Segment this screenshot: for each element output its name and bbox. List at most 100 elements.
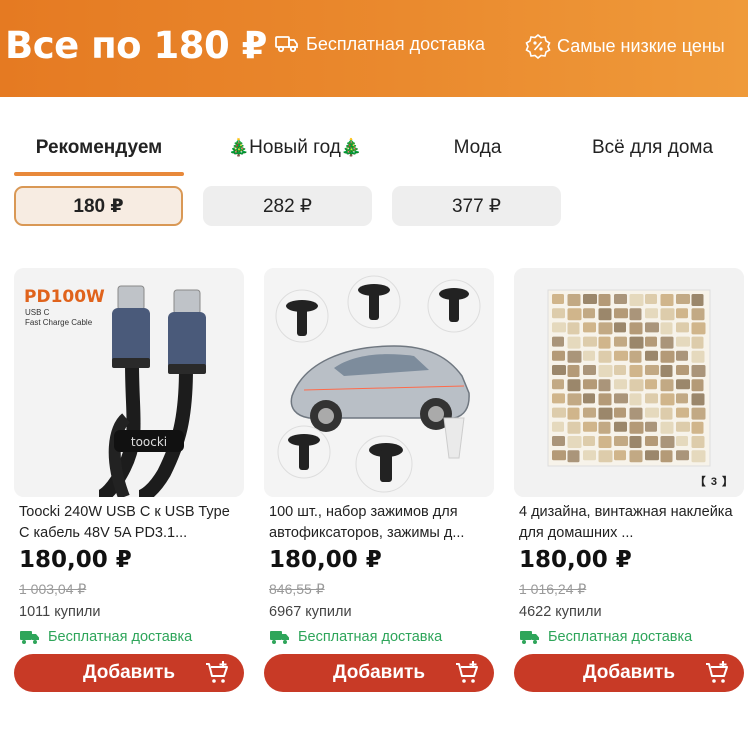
- sticker-thumb: [645, 379, 657, 390]
- lowest-price-feature: Самые низкие цены: [525, 33, 725, 59]
- tab-recommended[interactable]: Рекомендуем: [14, 120, 184, 176]
- sticker-thumb: [583, 294, 597, 304]
- sticker-thumb: [645, 294, 657, 304]
- sticker-thumb: [567, 393, 582, 406]
- sticker-thumb: [645, 421, 657, 432]
- product-old-price: 1 003,04 ₽: [19, 581, 87, 597]
- cart-add-icon: [706, 661, 728, 683]
- sticker-thumb: [583, 350, 595, 361]
- sticker-thumb: [691, 350, 705, 363]
- product-title[interactable]: 100 шт., набор зажимов для автофиксаторо…: [269, 502, 491, 544]
- tab-home[interactable]: Всё для дома: [570, 120, 735, 176]
- sticker-thumb: [676, 407, 689, 418]
- sticker-thumb: [552, 350, 565, 361]
- sticker-thumb: [660, 393, 675, 406]
- sticker-thumb: [691, 308, 705, 321]
- sticker-thumb: [567, 407, 580, 420]
- sticker-thumb: [614, 365, 626, 375]
- sticker-thumb: [645, 436, 658, 446]
- product-image[interactable]: [264, 268, 494, 497]
- sticker-thumb: [552, 365, 566, 375]
- sticker-thumb: [567, 294, 581, 306]
- add-to-cart-button[interactable]: Добавить: [514, 654, 744, 692]
- sticker-thumb: [660, 421, 674, 434]
- sticker-thumb: [598, 350, 612, 363]
- product-shipping: Бесплатная доставка: [269, 629, 442, 645]
- sticker-thumb: [614, 294, 627, 304]
- product-title[interactable]: Toocki 240W USB C к USB Type C кабель 48…: [19, 502, 241, 544]
- free-shipping-feature: Бесплатная доставка: [274, 33, 485, 55]
- usb-cable-image: PD100W USB C Fast Charge Cable toocki: [14, 268, 244, 497]
- tab-new-year[interactable]: 🎄 Новый год 🎄: [200, 120, 390, 176]
- sticker-thumb: [583, 450, 596, 461]
- sticker-thumb: [614, 450, 626, 461]
- sticker-thumb: [676, 350, 688, 361]
- add-to-cart-button[interactable]: Добавить: [264, 654, 494, 692]
- add-to-cart-button[interactable]: Добавить: [14, 654, 244, 692]
- sticker-thumb: [691, 294, 704, 306]
- sticker-thumb: [629, 350, 642, 363]
- sticker-thumb: [676, 450, 689, 461]
- sticker-thumb: [691, 421, 704, 434]
- sticker-thumb: [583, 336, 597, 347]
- sticker-thumb: [691, 365, 706, 377]
- sticker-thumb: [598, 336, 611, 349]
- sticker-thumb: [552, 379, 564, 390]
- sticker-thumb: [676, 421, 690, 432]
- sticker-thumb: [567, 365, 580, 377]
- vintage-stickers-image: [514, 268, 744, 497]
- sticker-thumb: [552, 308, 565, 319]
- sticker-thumb: [645, 407, 659, 418]
- free-shipping-label: Бесплатная доставка: [306, 33, 486, 54]
- sticker-thumb: [660, 336, 674, 349]
- banner-title: Все по 180 ₽: [5, 24, 267, 67]
- sticker-thumb: [660, 450, 673, 463]
- price-chip-282[interactable]: 282 ₽: [203, 186, 372, 226]
- product-image[interactable]: PD100W USB C Fast Charge Cable toocki: [14, 268, 244, 497]
- sticker-thumb: [598, 294, 611, 306]
- price-chip-377[interactable]: 377 ₽: [392, 186, 561, 226]
- sticker-thumb: [645, 365, 659, 375]
- sticker-thumb: [567, 350, 582, 363]
- sticker-thumb: [614, 322, 626, 333]
- sticker-thumb: [676, 322, 689, 333]
- cart-add-icon: [206, 661, 228, 683]
- car-clips-image: [264, 268, 494, 497]
- truck-icon: [270, 631, 289, 644]
- sticker-thumb: [567, 322, 580, 335]
- lowest-price-label: Самые низкие цены: [557, 35, 725, 56]
- tab-fashion[interactable]: Мода: [410, 120, 545, 176]
- sticker-thumb: [660, 294, 674, 306]
- sticker-thumb: [645, 450, 659, 461]
- sticker-thumb: [629, 421, 644, 434]
- sticker-thumb: [660, 322, 673, 335]
- sticker-thumb: [567, 421, 581, 434]
- discount-badge-icon: [525, 33, 551, 59]
- product-card: PD100W USB C Fast Charge Cable toocki To…: [14, 268, 244, 698]
- product-shipping: Бесплатная доставка: [519, 629, 692, 645]
- product-card: 100 шт., набор зажимов для автофиксаторо…: [264, 268, 494, 698]
- sticker-thumb: [583, 365, 596, 375]
- product-title[interactable]: 4 дизайна, винтажная наклейка для домашн…: [519, 502, 741, 544]
- sticker-thumb: [629, 379, 644, 392]
- price-chip-180[interactable]: 180 ₽: [14, 186, 183, 226]
- sticker-thumb: [660, 379, 674, 392]
- christmas-tree-icon: 🎄: [340, 138, 363, 157]
- svg-text:USB C: USB C: [25, 308, 50, 317]
- sticker-thumb: [567, 379, 581, 392]
- sticker-thumb: [583, 407, 596, 418]
- sticker-thumb: [691, 436, 705, 448]
- category-tabs: Рекомендуем 🎄 Новый год 🎄 Мода Всё для дом…: [0, 120, 748, 176]
- sticker-thumb: [598, 393, 612, 406]
- sticker-thumb: [676, 294, 690, 304]
- sticker-thumb: [567, 436, 582, 448]
- sticker-thumb: [691, 379, 704, 392]
- image-pager: 【 3 】: [694, 476, 734, 488]
- product-image[interactable]: 【 3 】: [514, 268, 744, 497]
- product-old-price: 1 016,24 ₽: [519, 581, 587, 597]
- promo-banner: Все по 180 ₽ Бесплатная доставка Самые н…: [0, 0, 748, 97]
- sticker-thumb: [552, 393, 565, 404]
- product-sold-count: 1011 купили: [19, 604, 101, 620]
- svg-text:PD100W: PD100W: [24, 287, 105, 307]
- product-sold-count: 4622 купили: [519, 604, 602, 620]
